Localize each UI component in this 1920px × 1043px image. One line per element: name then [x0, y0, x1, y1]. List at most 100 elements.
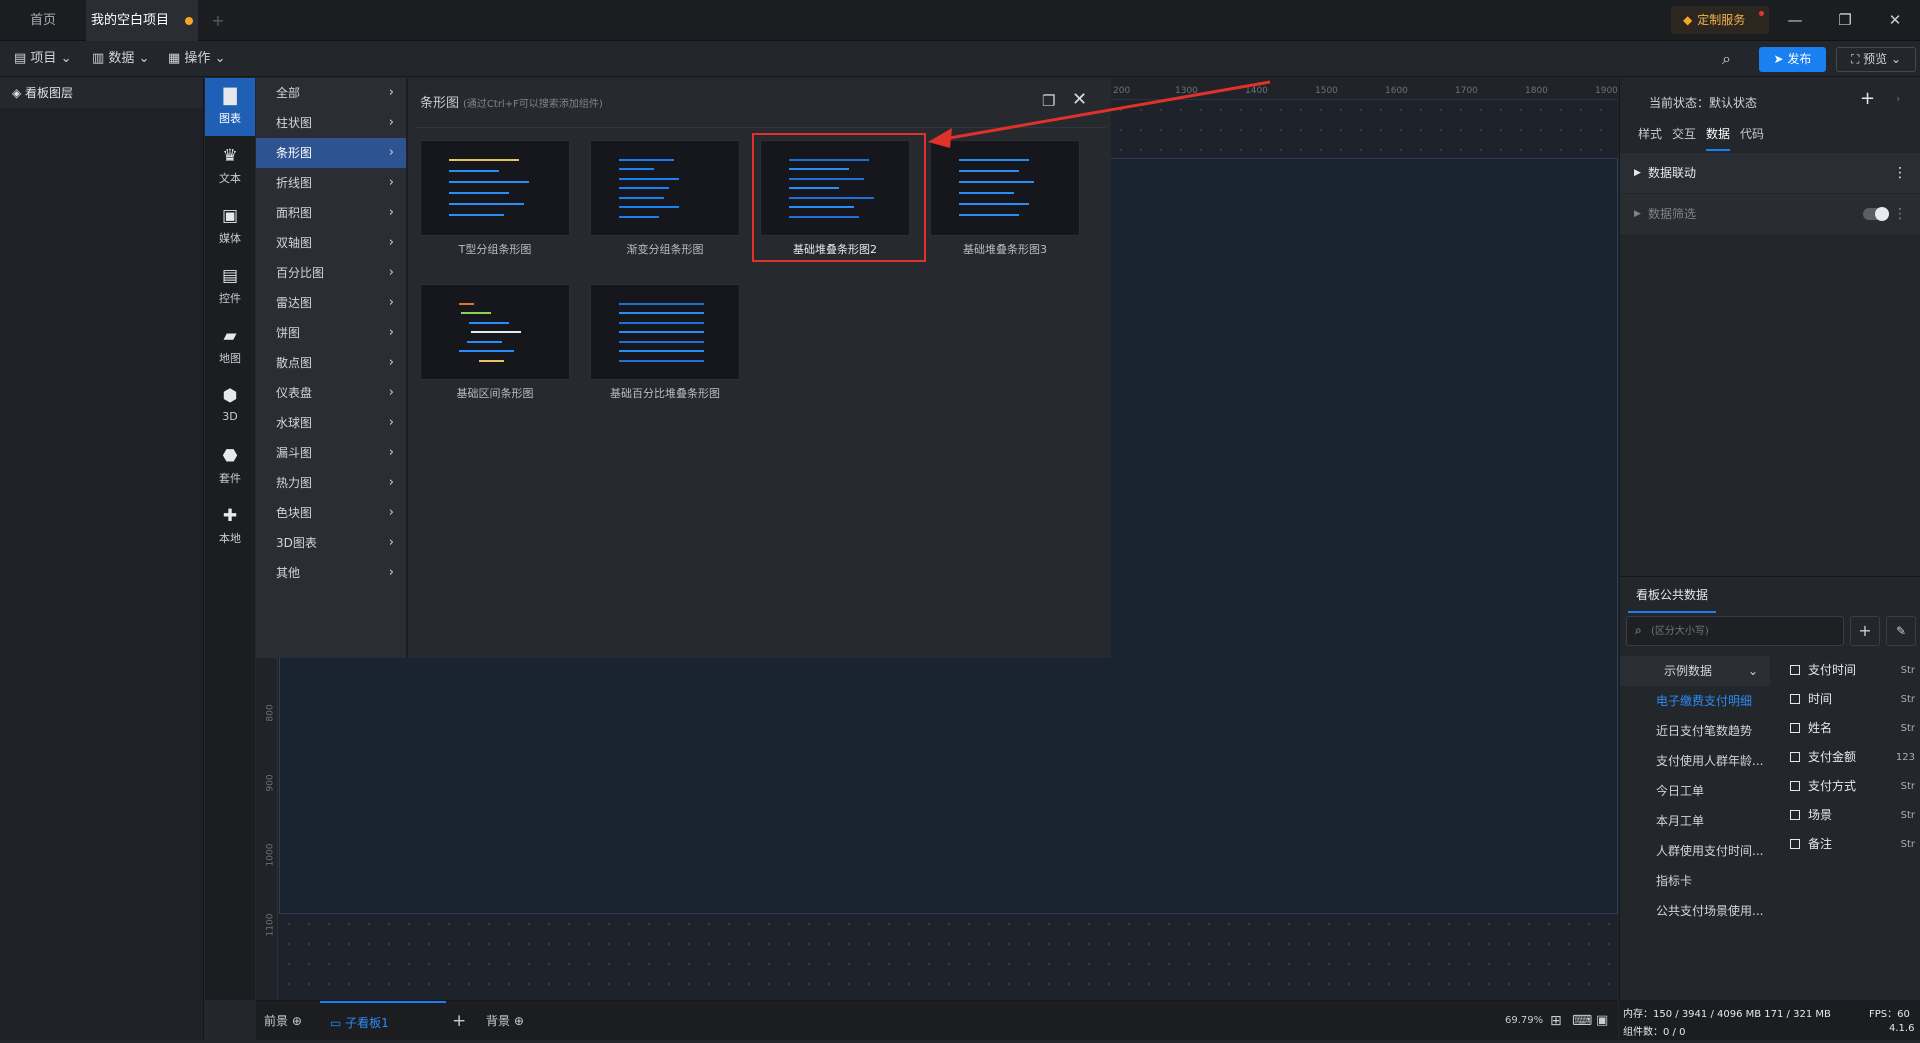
category-item[interactable]: 折线图 › [256, 168, 406, 198]
data-filter-section[interactable]: ▶ 数据筛选 ⋮ [1620, 194, 1920, 234]
data-filter-toggle[interactable] [1863, 207, 1889, 221]
tab-code[interactable]: 代码 [1740, 125, 1764, 151]
tab-home[interactable]: 首页 [0, 0, 86, 41]
keyboard-icon[interactable]: ⌨ [1572, 1001, 1592, 1041]
chevron-right-icon[interactable]: › [1896, 92, 1900, 105]
more-vertical-icon[interactable]: ⋮ [1893, 153, 1907, 193]
iconbar-map[interactable]: ▰ 地图 [205, 318, 255, 376]
category-item[interactable]: 漏斗图 › [256, 438, 406, 468]
category-item[interactable]: 雷达图 › [256, 288, 406, 318]
close-window-icon[interactable]: ✕ [1870, 0, 1920, 41]
add-dataset-button[interactable]: + [1850, 616, 1880, 646]
category-item[interactable]: 面积图 › [256, 198, 406, 228]
dataset-item[interactable]: 今日工单 [1620, 776, 1770, 806]
category-item[interactable]: 双轴图 › [256, 228, 406, 258]
category-item[interactable]: 全部 › [256, 78, 406, 108]
tab-interaction[interactable]: 交互 [1672, 125, 1696, 151]
chart-template-card[interactable]: 渐变分组条形图 [590, 140, 740, 260]
category-item[interactable]: 百分比图 › [256, 258, 406, 288]
field-type-badge: Str [1900, 694, 1915, 705]
zoom-level[interactable]: 69.79% [1505, 1001, 1543, 1041]
field-checkbox[interactable] [1790, 722, 1800, 733]
search-icon[interactable]: ⌕ [1722, 41, 1731, 77]
category-item[interactable]: 条形图 › [256, 138, 406, 168]
dataset-group-dropdown[interactable]: 示例数据 ⌄ [1620, 656, 1770, 686]
edit-dataset-icon[interactable]: ✎ [1886, 616, 1916, 646]
data-linkage-section[interactable]: ▶ 数据联动 ⋮ [1620, 153, 1920, 193]
add-state-icon[interactable]: + [1860, 88, 1875, 109]
field-checkbox[interactable] [1790, 664, 1800, 675]
memory-status: 内存：150 / 3941 / 4096 MB 171 / 321 MB [1623, 1009, 1831, 1020]
dataset-item[interactable]: 指标卡 [1620, 866, 1770, 896]
iconbar-charts[interactable]: ▇ 图表 [205, 78, 255, 136]
add-circle-icon[interactable]: ⊕ [292, 1014, 302, 1028]
category-item[interactable]: 水球图 › [256, 408, 406, 438]
dataset-item[interactable]: 人群使用支付时间... [1620, 836, 1770, 866]
category-item[interactable]: 其他 › [256, 558, 406, 588]
kit-icon: ⬣ [222, 446, 238, 466]
data-field[interactable]: 时间 Str [1790, 685, 1920, 714]
data-menu[interactable]: ▥ 数据 ⌄ [92, 41, 149, 77]
dataset-search-box[interactable]: ⌕ [1626, 616, 1844, 646]
field-checkbox[interactable] [1790, 780, 1800, 791]
add-board-button[interactable]: + [452, 1001, 466, 1041]
category-item[interactable]: 仪表盘 › [256, 378, 406, 408]
project-menu[interactable]: ▤ 项目 ⌄ [14, 41, 71, 77]
category-item[interactable]: 饼图 › [256, 318, 406, 348]
chart-template-card[interactable]: T型分组条形图 [420, 140, 570, 260]
data-field[interactable]: 备注 Str [1790, 830, 1920, 859]
field-checkbox[interactable] [1790, 838, 1800, 849]
field-checkbox[interactable] [1790, 809, 1800, 820]
preview-button[interactable]: ⛶ 预览 ⌄ [1836, 47, 1916, 72]
sub-board-tab[interactable]: ▭ 子看板1 [320, 1001, 446, 1041]
tab-project[interactable]: 我的空白项目 [86, 0, 198, 41]
category-item[interactable]: 热力图 › [256, 468, 406, 498]
data-field[interactable]: 支付时间 Str [1790, 656, 1920, 685]
ruler-tick: 800 [265, 704, 276, 722]
chart-thumbnail [590, 284, 740, 380]
category-item[interactable]: 色块图 › [256, 498, 406, 528]
data-field[interactable]: 场景 Str [1790, 801, 1920, 830]
iconbar-media[interactable]: ▣ 媒体 [205, 198, 255, 256]
dataset-item[interactable]: 电子缴费支付明细 [1620, 686, 1770, 716]
chart-template-card[interactable]: 基础百分比堆叠条形图 [590, 284, 740, 404]
tab-style[interactable]: 样式 [1638, 125, 1662, 151]
public-data-tab[interactable]: 看板公共数据 [1628, 577, 1717, 613]
field-checkbox[interactable] [1790, 693, 1800, 704]
more-vertical-icon[interactable]: ⋮ [1893, 194, 1907, 234]
dataset-item[interactable]: 公共支付场景使用... [1620, 896, 1770, 926]
dataset-item[interactable]: 近日支付笔数趋势 [1620, 716, 1770, 746]
iconbar-kits[interactable]: ⬣ 套件 [205, 438, 255, 496]
fit-screen-icon[interactable]: ⊞ [1550, 1001, 1562, 1041]
chart-template-label: 基础百分比堆叠条形图 [610, 387, 720, 400]
custom-service-button[interactable]: ◆ 定制服务 [1671, 6, 1769, 34]
dataset-item[interactable]: 支付使用人群年龄... [1620, 746, 1770, 776]
dataset-item[interactable]: 本月工单 [1620, 806, 1770, 836]
background-tab[interactable]: 背景 ⊕ [486, 1001, 524, 1041]
iconbar-controls[interactable]: ▤ 控件 [205, 258, 255, 316]
field-checkbox[interactable] [1790, 751, 1800, 762]
chevron-right-icon: › [388, 235, 394, 250]
category-item[interactable]: 散点图 › [256, 348, 406, 378]
iconbar-text[interactable]: ♛ 文本 [205, 138, 255, 196]
category-item[interactable]: 3D图表 › [256, 528, 406, 558]
new-tab-button[interactable]: + [206, 0, 230, 41]
publish-button[interactable]: ➤ 发布 [1759, 47, 1826, 72]
category-item[interactable]: 柱状图 › [256, 108, 406, 138]
add-circle-icon[interactable]: ⊕ [514, 1014, 524, 1028]
data-field[interactable]: 支付方式 Str [1790, 772, 1920, 801]
layers-header[interactable]: ◈ 看板图层 [0, 78, 203, 108]
terminal-icon[interactable]: ▣ [1596, 1001, 1608, 1041]
minimize-icon[interactable]: — [1770, 0, 1820, 41]
chart-template-card[interactable]: 基础区间条形图 [420, 284, 570, 404]
operate-menu[interactable]: ▦ 操作 ⌄ [168, 41, 225, 77]
data-field[interactable]: 支付金额 123 [1790, 743, 1920, 772]
tab-data[interactable]: 数据 [1706, 125, 1731, 151]
iconbar-3d[interactable]: ⬢ 3D [205, 378, 255, 436]
data-field[interactable]: 姓名 Str [1790, 714, 1920, 743]
chevron-right-icon: › [388, 505, 394, 520]
foreground-tab[interactable]: 前景 ⊕ [264, 1001, 302, 1041]
restore-icon[interactable]: ❐ [1820, 0, 1870, 41]
dataset-search-input[interactable] [1651, 621, 1839, 641]
iconbar-local[interactable]: ✚ 本地 [205, 498, 255, 556]
